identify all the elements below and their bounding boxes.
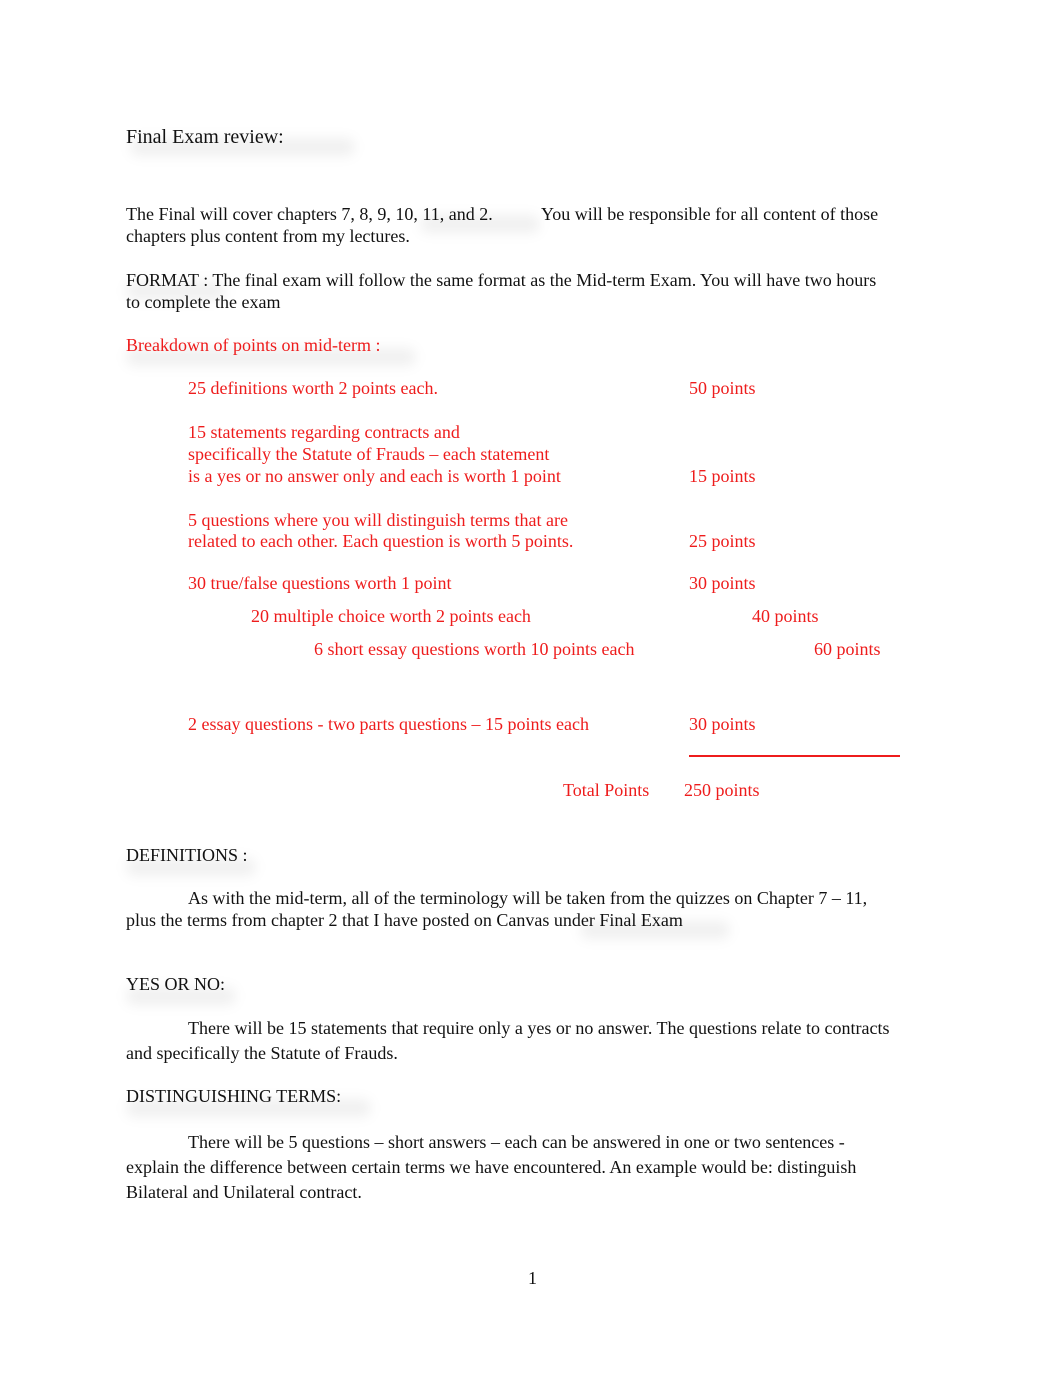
breakdown-item-points: 30 points [689,573,756,593]
total-divider-line [689,755,900,757]
breakdown-item-text: 5 questions where you will distinguish t… [188,510,568,530]
definitions-line-2: plus the terms from chapter 2 that I hav… [126,910,683,930]
breakdown-item-text: 20 multiple choice worth 2 points each [251,606,531,626]
format-line-2: to complete the exam [126,292,281,312]
breakdown-item-text: 30 true/false questions worth 1 point [188,573,452,593]
definitions-line-1: As with the mid-term, all of the termino… [188,888,868,908]
breakdown-item-points: 60 points [814,639,881,659]
page-title: Final Exam review: [126,126,284,148]
breakdown-item-points: 25 points [689,531,756,551]
intro-line-1a: The Final will cover chapters 7, 8, 9, 1… [126,204,493,224]
distinguishing-line-2: explain the difference between certain t… [126,1157,857,1177]
breakdown-item-points: 30 points [689,714,756,734]
breakdown-item-text: related to each other. Each question is … [188,531,574,551]
distinguishing-line-3: Bilateral and Unilateral contract. [126,1182,362,1202]
yes-no-line-2: and specifically the Statute of Frauds. [126,1043,398,1063]
breakdown-item-text: is a yes or no answer only and each is w… [188,466,561,486]
total-points-value: 250 points [684,780,760,800]
intro-line-2: chapters plus content from my lectures. [126,226,410,246]
distinguishing-heading: DISTINGUISHING TERMS: [126,1086,342,1106]
yes-no-heading: YES OR NO: [126,974,226,994]
breakdown-item-text: 6 short essay questions worth 10 points … [314,639,635,659]
breakdown-item-text: specifically the Statute of Frauds – eac… [188,444,550,464]
page-number: 1 [528,1268,537,1288]
format-line-1: FORMAT : The final exam will follow the … [126,270,877,290]
breakdown-item-text: 15 statements regarding contracts and [188,422,460,442]
breakdown-item-text: 25 definitions worth 2 points each. [188,378,438,398]
definitions-heading: DEFINITIONS : [126,845,248,865]
breakdown-item-points: 40 points [752,606,819,626]
distinguishing-line-1: There will be 5 questions – short answer… [188,1132,845,1152]
breakdown-item-points: 15 points [689,466,756,486]
yes-no-line-1: There will be 15 statements that require… [188,1018,890,1038]
intro-line-1b: You will be responsible for all content … [541,204,879,224]
total-points-label: Total Points [563,780,650,800]
breakdown-item-points: 50 points [689,378,756,398]
breakdown-item-text: 2 essay questions - two parts questions … [188,714,589,734]
breakdown-heading: Breakdown of points on mid-term : [126,335,381,355]
